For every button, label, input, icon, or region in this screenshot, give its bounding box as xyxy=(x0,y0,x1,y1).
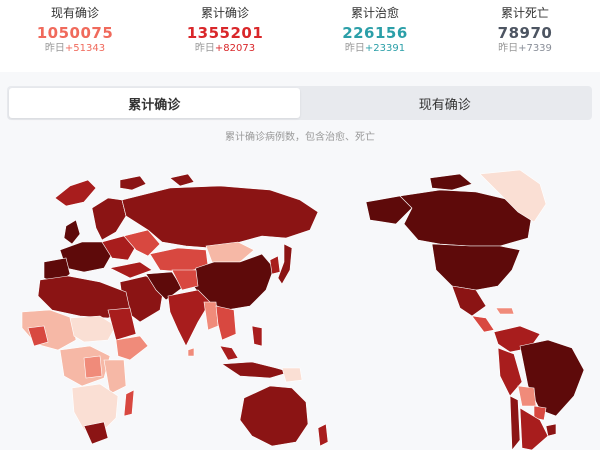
stat-label: 累计确诊 xyxy=(200,6,249,20)
stats-bar: 现有确诊 1050075 昨日+51343 累计确诊 1355201 昨日+82… xyxy=(0,0,600,72)
region-new-zealand[interactable] xyxy=(317,423,329,447)
region-australia[interactable] xyxy=(239,385,309,447)
region-arctic-island[interactable] xyxy=(119,175,147,191)
stat-delta-value: +51343 xyxy=(64,43,106,54)
stat-delta: 昨日+7339 xyxy=(450,42,600,55)
region-indonesia[interactable] xyxy=(221,361,292,379)
region-congo[interactable] xyxy=(83,355,103,379)
region-korea[interactable] xyxy=(269,255,281,275)
region-canada-arctic[interactable] xyxy=(429,173,473,191)
stat-current-confirmed: 现有确诊 1050075 昨日+51343 xyxy=(0,0,150,72)
stat-delta-prefix: 昨日 xyxy=(344,43,365,54)
region-arctic-island[interactable] xyxy=(169,173,195,187)
stat-delta: 昨日+51343 xyxy=(0,42,150,55)
region-sahel[interactable] xyxy=(69,315,117,343)
region-indochina[interactable] xyxy=(215,305,237,341)
tab-current-confirmed[interactable]: 现有确诊 xyxy=(300,88,591,118)
region-png[interactable] xyxy=(281,367,303,383)
region-mexico[interactable] xyxy=(451,285,487,317)
stat-total-confirmed: 累计确诊 1355201 昨日+82073 xyxy=(150,0,300,72)
region-uk[interactable] xyxy=(63,219,81,245)
region-south-africa[interactable] xyxy=(83,421,109,445)
stat-value: 226156 xyxy=(342,24,408,42)
region-usa[interactable] xyxy=(431,243,521,291)
stat-delta-value: +7339 xyxy=(518,43,552,54)
stat-value: 78970 xyxy=(497,24,553,42)
region-horn-africa[interactable] xyxy=(115,335,149,361)
region-sri-lanka[interactable] xyxy=(187,347,195,357)
stat-delta-value: +23391 xyxy=(364,43,406,54)
region-turkey[interactable] xyxy=(109,261,153,279)
region-caribbean[interactable] xyxy=(495,307,515,315)
region-madagascar[interactable] xyxy=(123,389,135,417)
stat-value: 1355201 xyxy=(186,24,264,42)
stat-label: 现有确诊 xyxy=(50,6,99,20)
stat-total-cured: 累计治愈 226156 昨日+23391 xyxy=(300,0,450,72)
stat-delta-prefix: 昨日 xyxy=(44,43,65,54)
stat-delta-prefix: 昨日 xyxy=(194,43,215,54)
stat-value: 1050075 xyxy=(36,24,114,42)
region-malaysia[interactable] xyxy=(219,345,239,361)
region-scandinavia[interactable] xyxy=(91,197,127,241)
region-chile[interactable] xyxy=(509,395,521,450)
region-india[interactable] xyxy=(167,289,211,347)
stat-delta: 昨日+82073 xyxy=(150,42,300,55)
stat-delta: 昨日+23391 xyxy=(300,42,450,55)
stat-total-deaths: 累计死亡 78970 昨日+7339 xyxy=(450,0,600,72)
map-caption: 累计确诊病例数，包含治愈、死亡 xyxy=(225,132,375,143)
map-mode-tabs: 累计确诊 现有确诊 xyxy=(7,86,592,120)
tab-total-confirmed[interactable]: 累计确诊 xyxy=(9,88,300,118)
region-west-africa-2[interactable] xyxy=(27,325,49,347)
region-uruguay[interactable] xyxy=(545,423,557,437)
region-japan[interactable] xyxy=(277,243,293,285)
region-arctic-west[interactable] xyxy=(54,179,97,207)
stat-delta-prefix: 昨日 xyxy=(498,43,519,54)
region-mongolia[interactable] xyxy=(205,241,255,263)
stat-delta-value: +82073 xyxy=(214,43,256,54)
region-bolivia[interactable] xyxy=(517,385,537,407)
region-central-america[interactable] xyxy=(471,315,495,333)
stat-label: 累计治愈 xyxy=(350,6,399,20)
stat-label: 累计死亡 xyxy=(500,6,549,20)
world-map[interactable] xyxy=(0,150,600,450)
region-philippines[interactable] xyxy=(251,325,263,347)
